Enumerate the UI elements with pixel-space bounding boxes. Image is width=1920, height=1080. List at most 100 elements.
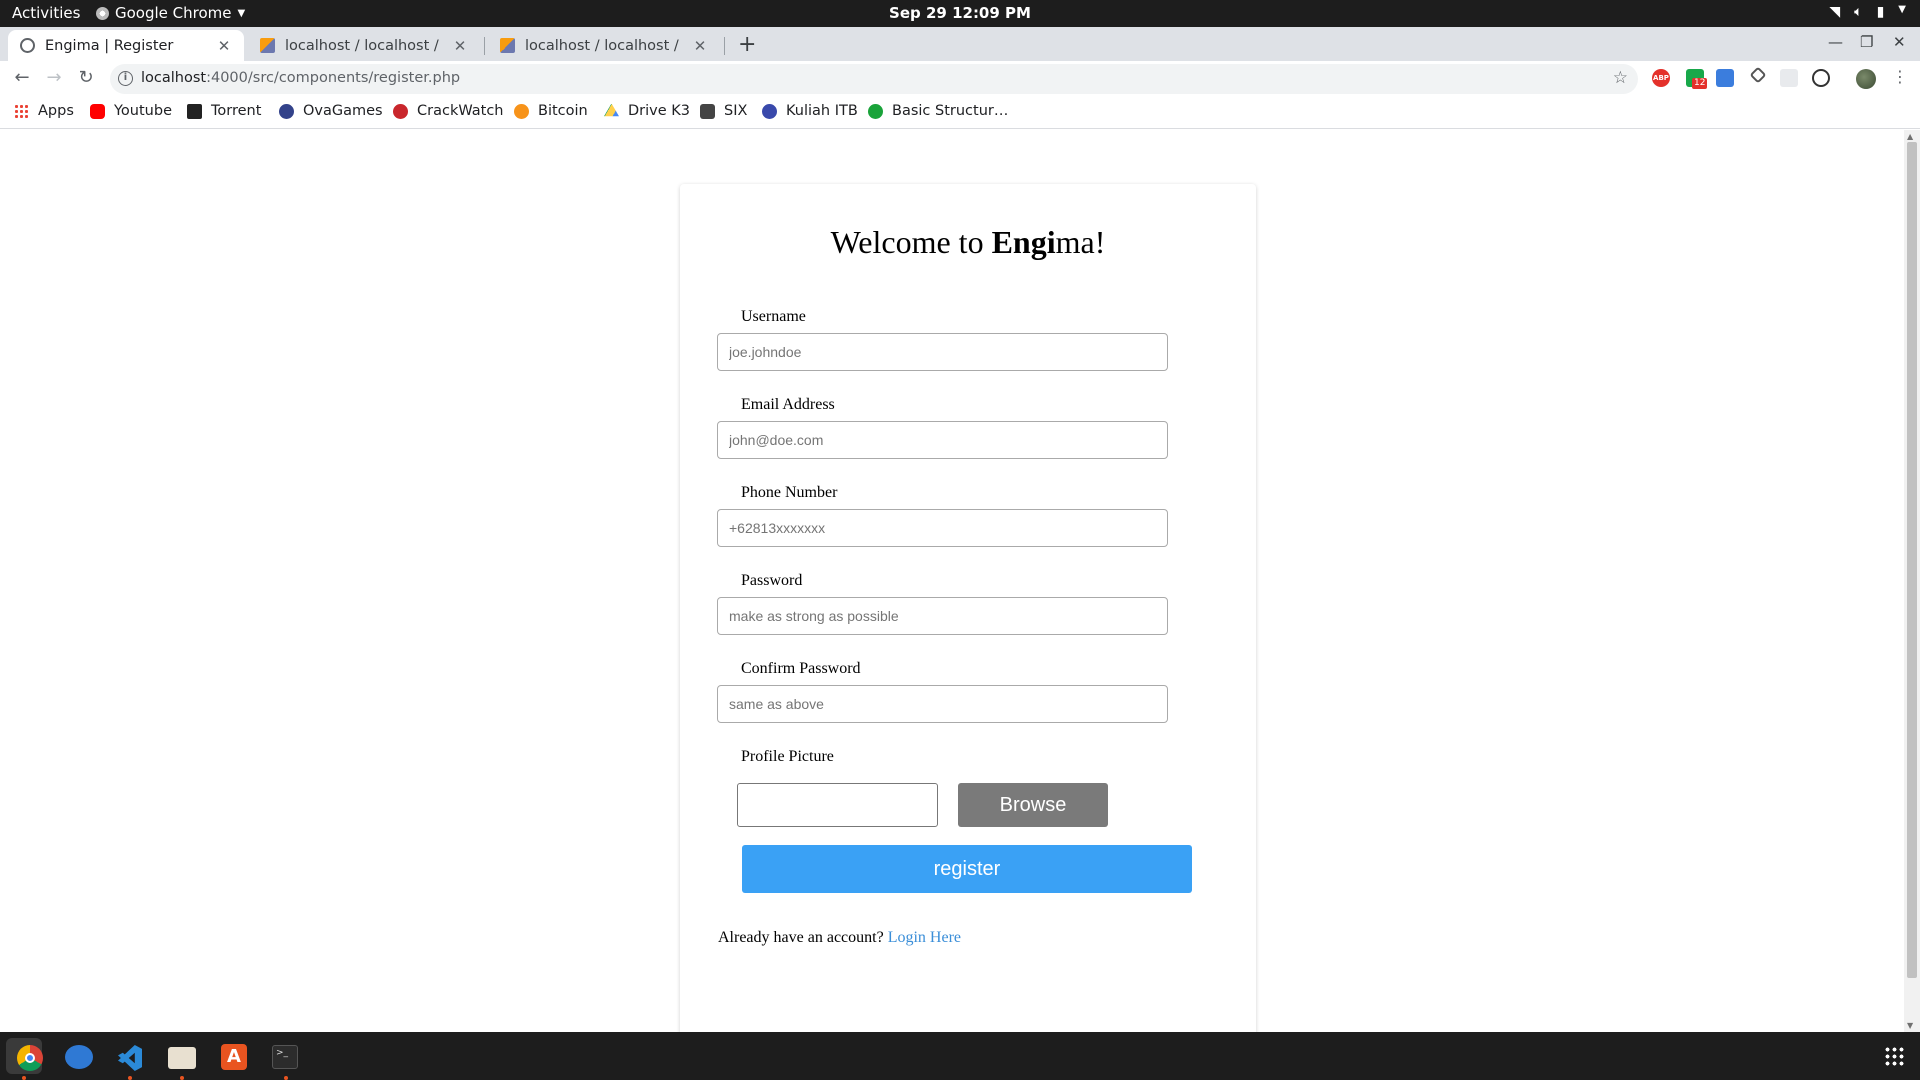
site-info-icon[interactable]: i <box>118 71 133 86</box>
profile-avatar[interactable] <box>1856 69 1876 89</box>
username-input[interactable] <box>717 333 1168 371</box>
tab-title: localhost / localhost / engima <box>285 37 444 54</box>
back-arrow-icon[interactable]: ← <box>10 67 34 88</box>
six-icon <box>700 103 715 119</box>
globe-icon <box>20 38 35 53</box>
register-card: Welcome to Engima! Username Email Addres… <box>680 184 1256 1032</box>
running-indicator <box>128 1076 132 1080</box>
ubuntu-dock: A >_ <box>0 1032 1920 1080</box>
browse-button[interactable]: Browse <box>958 783 1108 827</box>
gnome-top-bar: Activities Google Chrome ▼ Sep 29 12:09 … <box>0 0 1920 27</box>
phone-input[interactable] <box>717 509 1168 547</box>
caret-down-icon: ▼ <box>1898 4 1906 15</box>
chrome-menu-icon[interactable]: ⋮ <box>1892 67 1908 86</box>
running-indicator <box>180 1076 184 1080</box>
phone-label: Phone Number <box>741 484 838 501</box>
tab-phpmyadmin-1[interactable]: localhost / localhost / engima ✕ <box>248 30 480 61</box>
youtube-icon <box>90 103 105 119</box>
register-button[interactable]: register <box>742 845 1192 893</box>
bookmark-bitcoin[interactable]: Bitcoin <box>514 103 588 119</box>
password-label: Password <box>741 572 803 589</box>
tab-strip: Engima | Register ✕ localhost / localhos… <box>0 27 1920 61</box>
login-link[interactable]: Login Here <box>888 929 961 946</box>
confirm-password-input[interactable] <box>717 685 1168 723</box>
bookmark-star-icon[interactable]: ☆ <box>1613 68 1628 88</box>
adblock-plus-icon[interactable]: ABP <box>1652 69 1670 87</box>
extension-pen-icon[interactable] <box>1749 66 1767 84</box>
software-store-icon: A <box>221 1044 247 1070</box>
battery-icon: ▮ <box>1876 4 1885 20</box>
ovagames-icon <box>279 103 294 119</box>
bookmark-basic-structure[interactable]: Basic Structur… <box>868 103 1008 119</box>
new-tab-button[interactable]: + <box>738 32 756 57</box>
bitcoin-icon <box>514 103 529 119</box>
page-viewport: Welcome to Engima! Username Email Addres… <box>0 130 1904 1032</box>
close-tab-icon[interactable]: ✕ <box>216 37 232 55</box>
scrollbar-thumb[interactable] <box>1907 142 1917 978</box>
extension-ring-icon[interactable] <box>1812 69 1830 87</box>
volume-icon: 🔈︎ <box>1854 4 1863 20</box>
page-scrollbar[interactable]: ▲ ▼ <box>1904 130 1920 1032</box>
dock-terminal[interactable]: >_ <box>266 1038 302 1074</box>
tab-separator <box>724 37 725 55</box>
login-prompt: Already have an account? Login Here <box>718 929 961 946</box>
running-indicator <box>22 1076 26 1080</box>
terminal-icon: >_ <box>272 1045 298 1069</box>
scroll-down-icon[interactable]: ▼ <box>1907 1021 1913 1030</box>
phpmyadmin-icon <box>500 38 515 53</box>
password-input[interactable] <box>717 597 1168 635</box>
address-bar[interactable]: i localhost:4000/src/components/register… <box>110 64 1638 94</box>
dock-thunderbird[interactable] <box>58 1038 94 1074</box>
bookmark-ovagames[interactable]: OvaGames <box>279 103 383 119</box>
crackwatch-icon <box>393 103 408 119</box>
bookmark-crackwatch[interactable]: CrackWatch <box>393 103 503 119</box>
show-applications-icon[interactable] <box>1884 1046 1904 1066</box>
close-tab-icon[interactable]: ✕ <box>452 37 468 55</box>
bookmark-torrent[interactable]: Torrent <box>187 103 261 119</box>
bookmark-kuliah-itb[interactable]: Kuliah ITB <box>762 103 858 119</box>
bookmark-six[interactable]: SIX <box>700 103 747 119</box>
dock-vscode[interactable] <box>110 1038 146 1074</box>
page-title: Welcome to Engima! <box>830 224 1106 260</box>
username-label: Username <box>741 308 806 325</box>
google-drive-icon <box>604 103 619 117</box>
scroll-up-icon[interactable]: ▲ <box>1907 132 1913 141</box>
close-tab-icon[interactable]: ✕ <box>692 37 708 55</box>
minimize-icon[interactable]: — <box>1828 33 1843 51</box>
extension-badge-icon[interactable]: 12 <box>1686 69 1708 89</box>
chrome-icon <box>17 1045 43 1071</box>
extension-window-icon[interactable] <box>1716 69 1734 87</box>
reload-icon[interactable]: ↻ <box>74 67 98 88</box>
browser-toolbar: ← → ↻ i localhost:4000/src/components/re… <box>0 61 1920 97</box>
extension-blank-icon[interactable] <box>1780 69 1798 87</box>
restore-icon[interactable]: ❐ <box>1860 33 1873 51</box>
tab-engima-register[interactable]: Engima | Register ✕ <box>8 30 244 61</box>
basic-structure-icon <box>868 103 883 119</box>
email-input[interactable] <box>717 421 1168 459</box>
dock-chrome[interactable] <box>6 1038 43 1074</box>
apps-grid-icon <box>14 103 29 119</box>
phpmyadmin-icon <box>260 38 275 53</box>
email-label: Email Address <box>741 396 835 413</box>
close-window-icon[interactable]: ✕ <box>1893 33 1906 51</box>
profile-picture-file-field[interactable] <box>737 783 938 827</box>
tab-separator <box>484 37 485 55</box>
clock[interactable]: Sep 29 12:09 PM <box>0 4 1920 22</box>
system-tray[interactable]: ◥ 🔈︎ ▮ ▼ <box>1829 4 1906 20</box>
torrent-icon <box>187 103 202 119</box>
running-indicator <box>284 1076 288 1080</box>
url-text[interactable]: localhost:4000/src/components/register.p… <box>141 70 460 86</box>
profile-picture-label: Profile Picture <box>741 748 834 765</box>
forward-arrow-icon[interactable]: → <box>42 67 66 88</box>
dock-software[interactable]: A <box>214 1038 250 1074</box>
bookmark-apps[interactable]: Apps <box>14 103 74 119</box>
tab-phpmyadmin-2[interactable]: localhost / localhost / engima ✕ <box>488 30 720 61</box>
dock-files[interactable] <box>162 1038 198 1074</box>
tab-title: Engima | Register <box>45 37 174 54</box>
vscode-icon <box>118 1045 142 1071</box>
itb-icon <box>762 103 777 119</box>
bookmark-youtube[interactable]: Youtube <box>90 103 172 119</box>
wifi-icon: ◥ <box>1829 4 1841 20</box>
thunderbird-icon <box>65 1045 93 1069</box>
bookmark-drive-k3[interactable]: Drive K3 <box>604 103 690 119</box>
